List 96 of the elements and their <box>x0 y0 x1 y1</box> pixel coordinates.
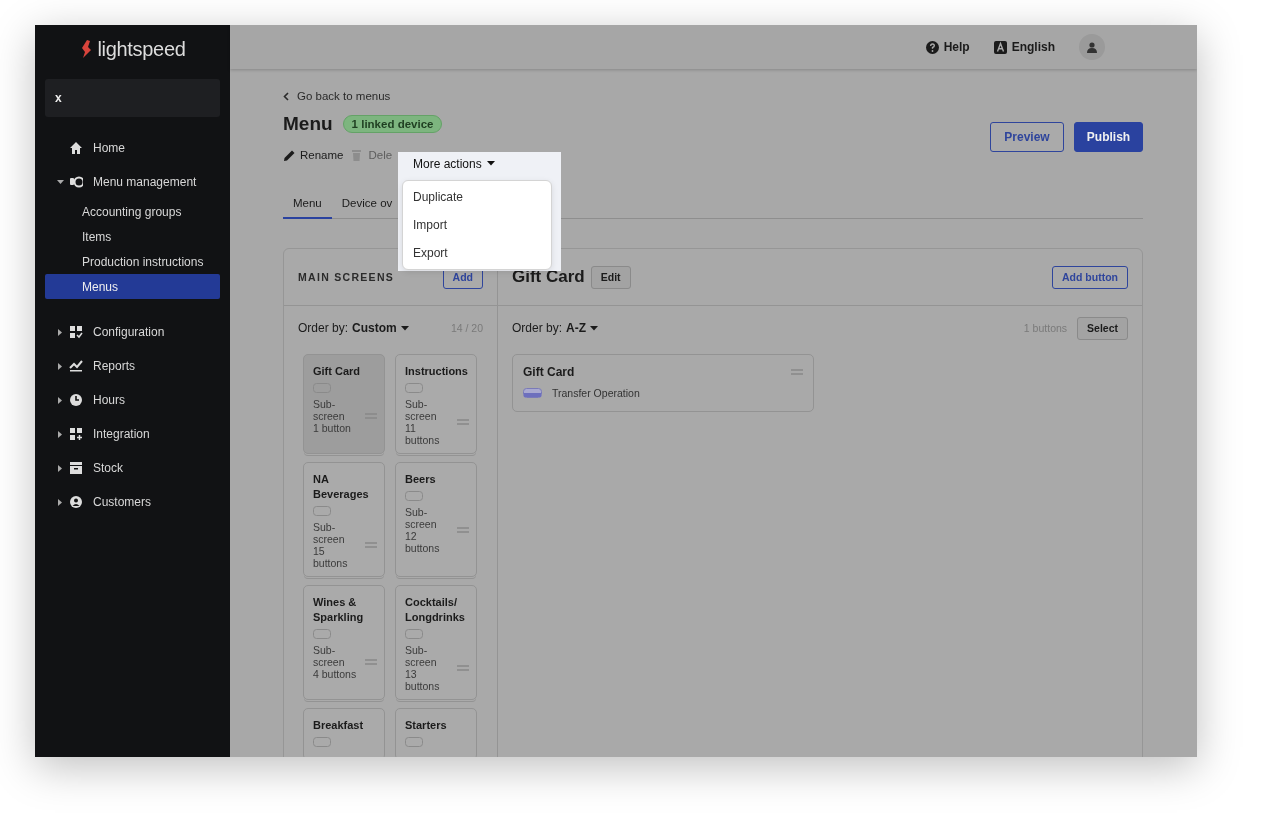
drag-handle-icon <box>365 659 377 665</box>
button-swatch-icon <box>523 388 542 398</box>
language-selector[interactable]: English <box>993 40 1055 54</box>
help-icon <box>925 40 939 54</box>
screen-name: NA Beverages <box>313 472 370 502</box>
button-count: 11 buttons <box>405 422 441 446</box>
screen-card[interactable]: Wines & Sparkling Sub-screen 4 buttons <box>303 585 385 700</box>
screen-name: Starters <box>405 718 448 733</box>
language-icon <box>993 40 1007 54</box>
add-button[interactable]: Add button <box>1052 265 1128 289</box>
button-card[interactable]: Gift Card Transfer Operation <box>512 354 814 412</box>
screen-name: Wines & Sparkling <box>313 595 365 625</box>
button-count: 13 buttons <box>405 668 441 692</box>
screen-card[interactable]: Cocktails/ Longdrinks Sub-screen 13 buttons <box>395 585 477 700</box>
menu-item[interactable]: Export <box>403 239 551 267</box>
button-count: 15 buttons <box>313 545 349 569</box>
screen-type: Sub-screen <box>405 644 438 668</box>
caret-down-icon <box>400 325 409 331</box>
screen-card[interactable]: Instructions Sub-screen 11 buttons <box>395 354 477 454</box>
drag-handle-icon <box>365 542 377 548</box>
drag-handle-icon <box>791 369 803 375</box>
nav-subitem[interactable]: Menus <box>45 274 220 299</box>
menu-item[interactable]: Duplicate <box>403 183 551 211</box>
clock-icon <box>69 393 83 407</box>
screen-type: Sub-screen <box>405 398 438 422</box>
caret-down-icon <box>590 325 598 331</box>
pencil-icon <box>283 148 295 162</box>
edit-button[interactable]: Edit <box>590 265 631 289</box>
grid-check-icon <box>69 325 83 339</box>
home-icon <box>69 141 83 155</box>
nav-item[interactable]: Integration <box>35 417 230 451</box>
help-link[interactable]: Help <box>925 40 970 54</box>
button-action: Transfer Operation <box>552 387 640 399</box>
screen-card[interactable]: Gift Card Sub-screen 1 button <box>303 354 385 454</box>
button-count: 4 buttons <box>313 668 357 680</box>
nav-subitem[interactable]: Accounting groups <box>45 199 220 224</box>
drag-handle-icon <box>457 527 469 533</box>
screen-type: Sub-screen <box>313 521 346 545</box>
nav-item[interactable]: Customers <box>35 485 230 519</box>
button-swatch-icon <box>313 629 331 639</box>
archive-icon <box>69 461 83 475</box>
user-icon <box>1087 41 1097 53</box>
screen-name: Cocktails/ Longdrinks <box>405 595 466 625</box>
screen-type: Sub-screen <box>405 506 438 530</box>
caret-down-icon <box>486 161 495 166</box>
nav-subitem[interactable]: Items <box>45 224 220 249</box>
publish-button[interactable]: Publish <box>1074 122 1143 152</box>
button-swatch-icon <box>313 737 331 747</box>
screen-card[interactable]: NA Beverages Sub-screen 15 buttons <box>303 462 385 577</box>
screen-card[interactable]: Starters <box>395 708 477 757</box>
button-name: Gift Card <box>523 365 575 379</box>
screen-name: Beers <box>405 472 437 487</box>
tab[interactable]: Device ov <box>331 197 403 218</box>
button-count: 12 buttons <box>405 530 441 554</box>
screen-card[interactable]: Breakfast <box>303 708 385 757</box>
avatar[interactable] <box>1079 34 1105 60</box>
trash-icon <box>351 148 364 162</box>
nav-item[interactable]: Stock <box>35 451 230 485</box>
person-icon <box>69 495 83 509</box>
back-link[interactable]: Go back to menus <box>283 89 1143 103</box>
button-count: 1 button <box>313 422 352 434</box>
status-badge: 1 linked device <box>342 115 443 133</box>
preview-button[interactable]: Preview <box>990 122 1064 152</box>
more-actions-button[interactable]: More actions <box>413 157 495 170</box>
button-swatch-icon <box>313 506 331 516</box>
screen-type: Sub-screen <box>313 644 346 668</box>
sort-dropdown[interactable]: Order by: A-Z <box>512 321 598 335</box>
section-heading: MAIN SCREENS <box>298 271 395 283</box>
sort-dropdown[interactable]: Order by: Custom <box>298 321 409 335</box>
nav-item[interactable]: Home <box>35 131 230 165</box>
screen-type: Sub-screen <box>313 398 346 422</box>
toolbar-action[interactable]: Rename <box>283 148 344 162</box>
button-swatch-icon <box>405 491 423 501</box>
screen-name: Instructions <box>405 364 469 379</box>
button-swatch-icon <box>405 629 423 639</box>
screen-card[interactable]: Beers Sub-screen 12 buttons <box>395 462 477 577</box>
chart-icon <box>69 359 83 373</box>
menu-item[interactable]: Import <box>403 211 551 239</box>
tab[interactable]: Menu <box>283 197 332 219</box>
drag-handle-icon <box>457 419 469 425</box>
drag-handle-icon <box>457 665 469 671</box>
nav-item[interactable]: Configuration <box>35 315 230 349</box>
chevron-left-icon <box>283 91 289 101</box>
search-field[interactable]: x <box>45 79 220 117</box>
brand-logo[interactable]: lightspeed <box>97 37 186 61</box>
button-swatch-icon <box>405 383 423 393</box>
screen-name: Breakfast <box>313 718 365 733</box>
nav-item[interactable]: Hours <box>35 383 230 417</box>
button-swatch-icon <box>405 737 423 747</box>
nav-item[interactable]: Reports <box>35 349 230 383</box>
screen-name: Gift Card <box>313 364 362 379</box>
nav-subitem[interactable]: Production instructions <box>45 249 220 274</box>
page-title: Menu <box>283 113 333 135</box>
nav-item[interactable]: Menu management <box>35 165 230 199</box>
select-button[interactable]: Select <box>1077 316 1128 340</box>
grid-plus-icon <box>69 427 83 441</box>
